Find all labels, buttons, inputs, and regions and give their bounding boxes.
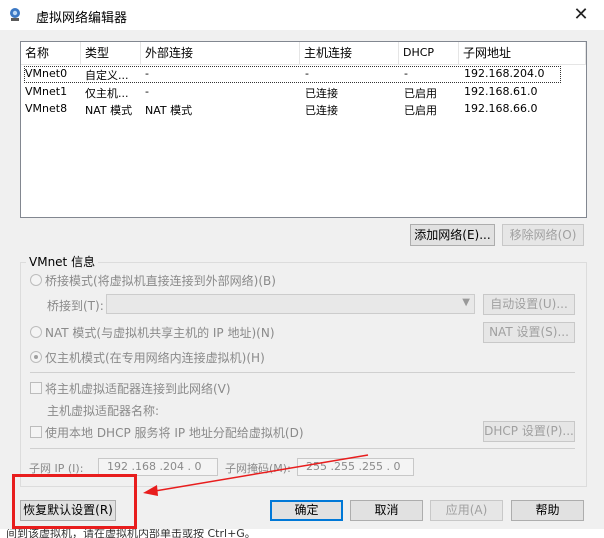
- table-row[interactable]: VMnet8 NAT 模式 NAT 模式 已连接 已启用 192.168.66.…: [21, 101, 586, 118]
- cell-external: -: [145, 85, 149, 98]
- table-row[interactable]: VMnet0 自定义... - - - 192.168.204.0: [24, 66, 561, 83]
- title-bar: 虚拟网络编辑器 ✕: [0, 0, 604, 30]
- bridged-mode-label: 桥接模式(将虚拟机直接连接到外部网络)(B): [45, 274, 276, 288]
- cell-subnet: 192.168.61.0: [464, 85, 538, 98]
- adapter-name-label: 主机虚拟适配器名称:: [47, 404, 160, 418]
- column-header-subnet[interactable]: 子网地址: [459, 42, 586, 64]
- cell-host: 已连接: [305, 87, 338, 100]
- background-window: 间到该虚拟机，请在虚拟机内部单击或按 Ctrl+G。: [0, 529, 604, 538]
- dhcp-settings-button[interactable]: DHCP 设置(P)...: [483, 421, 575, 442]
- column-header-dhcp[interactable]: DHCP: [399, 42, 459, 64]
- cell-host: -: [305, 67, 309, 80]
- cell-name: VMnet8: [25, 102, 68, 115]
- host-only-mode-label: 仅主机模式(在专用网络内连接虚拟机)(H): [45, 351, 265, 365]
- cell-dhcp: -: [404, 67, 408, 80]
- nat-settings-button[interactable]: NAT 设置(S)...: [483, 322, 575, 343]
- cell-name: VMnet1: [25, 85, 68, 98]
- cell-external: NAT 模式: [145, 104, 193, 117]
- vmnet-info-label: VMnet 信息: [26, 253, 99, 270]
- host-only-mode-radio[interactable]: [30, 351, 42, 363]
- cell-external: -: [145, 67, 149, 80]
- add-network-button[interactable]: 添加网络(E)...: [410, 224, 495, 246]
- cell-subnet: 192.168.204.0: [464, 67, 545, 80]
- column-header-name[interactable]: 名称: [21, 42, 81, 64]
- remove-network-button[interactable]: 移除网络(O): [502, 224, 584, 246]
- cell-host: 已连接: [305, 104, 338, 117]
- column-header-type[interactable]: 类型: [81, 42, 141, 64]
- column-header-host[interactable]: 主机连接: [300, 42, 399, 64]
- nat-mode-label: NAT 模式(与虚拟机共享主机的 IP 地址)(N): [45, 326, 275, 340]
- connect-adapter-label: 将主机虚拟适配器连接到此网络(V): [45, 382, 231, 396]
- close-button[interactable]: ✕: [568, 4, 594, 26]
- annotation-highlight-box: [12, 474, 137, 529]
- cell-dhcp: 已启用: [404, 104, 437, 117]
- bridged-to-label: 桥接到(T):: [47, 299, 104, 313]
- chevron-down-icon: ▼: [462, 297, 470, 308]
- use-dhcp-checkbox[interactable]: [30, 426, 42, 438]
- network-list[interactable]: 名称 类型 外部连接 主机连接 DHCP 子网地址 VMnet0 自定义... …: [20, 41, 587, 218]
- divider: [30, 448, 575, 449]
- cell-dhcp: 已启用: [404, 87, 437, 100]
- apply-button[interactable]: 应用(A): [430, 500, 503, 521]
- use-dhcp-label: 使用本地 DHCP 服务将 IP 地址分配给虚拟机(D): [45, 426, 304, 440]
- bridged-mode-radio[interactable]: [30, 274, 42, 286]
- cell-type: 仅主机...: [85, 87, 129, 100]
- subnet-mask-label: 子网掩码(M):: [225, 462, 291, 475]
- background-hint-text: 间到该虚拟机，请在虚拟机内部单击或按 Ctrl+G。: [6, 529, 256, 538]
- divider: [30, 372, 575, 373]
- nat-mode-radio[interactable]: [30, 326, 42, 338]
- table-row[interactable]: VMnet1 仅主机... - 已连接 已启用 192.168.61.0: [21, 84, 586, 101]
- subnet-mask-field[interactable]: 255 .255 .255 . 0: [297, 458, 414, 476]
- help-button[interactable]: 帮助: [511, 500, 584, 521]
- auto-settings-button[interactable]: 自动设置(U)...: [483, 294, 575, 315]
- cell-name: VMnet0: [25, 67, 68, 80]
- cell-subnet: 192.168.66.0: [464, 102, 538, 115]
- cancel-button[interactable]: 取消: [350, 500, 423, 521]
- cell-type: NAT 模式: [85, 104, 133, 117]
- list-header: 名称 类型 外部连接 主机连接 DHCP 子网地址: [21, 42, 586, 65]
- column-header-external[interactable]: 外部连接: [141, 42, 300, 64]
- ok-button[interactable]: 确定: [270, 500, 343, 521]
- virtual-network-editor-icon: [10, 8, 20, 21]
- bridged-to-select[interactable]: ▼: [106, 294, 475, 314]
- cell-type: 自定义...: [85, 69, 129, 82]
- connect-adapter-checkbox[interactable]: [30, 382, 42, 394]
- window-title: 虚拟网络编辑器: [36, 11, 128, 26]
- close-icon: ✕: [573, 4, 589, 25]
